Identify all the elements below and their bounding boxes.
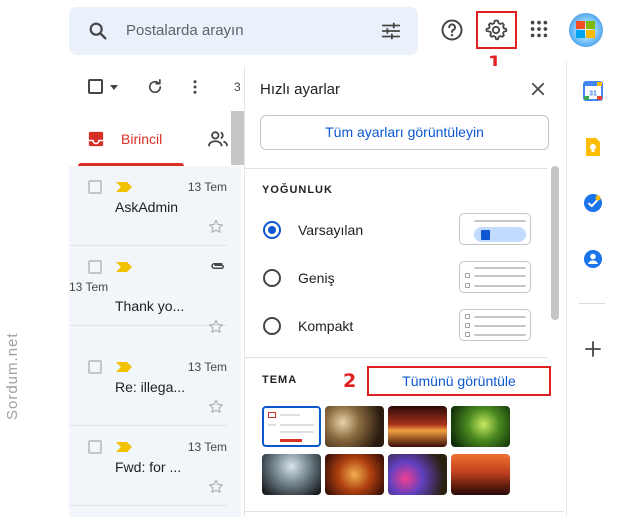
theme-thumb-autumn[interactable] — [325, 454, 384, 495]
divider — [244, 511, 564, 512]
row-date: 13 Tem — [187, 360, 227, 374]
theme-thumb-chess[interactable] — [325, 406, 384, 447]
more-vert-icon[interactable] — [186, 78, 204, 96]
list-scrollbar[interactable] — [231, 111, 244, 165]
tab-primary[interactable]: Birincil — [70, 112, 184, 166]
svg-text:31: 31 — [589, 91, 597, 98]
density-preview — [459, 261, 531, 293]
row-sender: Fwd: for ... — [115, 459, 182, 475]
divider — [245, 357, 547, 358]
list-item[interactable]: 13 Tem Fwd: for ... — [69, 426, 227, 506]
all-settings-button[interactable]: Tüm ayarları görüntüleyin — [260, 115, 549, 150]
theme-thumb-default[interactable] — [262, 406, 321, 447]
row-checkbox[interactable] — [88, 440, 102, 454]
pagination-count: 3 — [234, 80, 241, 94]
star-icon[interactable] — [207, 398, 225, 416]
help-icon[interactable] — [440, 18, 464, 42]
row-date: 13 Tem — [187, 440, 227, 454]
inbox-icon — [88, 131, 104, 147]
radio-selected[interactable] — [263, 221, 281, 239]
keep-icon[interactable] — [583, 137, 603, 157]
tune-icon[interactable] — [380, 20, 402, 42]
gear-highlight-box — [476, 11, 517, 49]
add-icon[interactable] — [583, 339, 603, 359]
list-item[interactable]: 13 Tem Re: illega... — [69, 346, 227, 426]
search-bar[interactable]: Postalarda arayın — [69, 7, 418, 55]
radio-unselected[interactable] — [263, 317, 281, 335]
row-sender: Thank yo... — [115, 298, 185, 314]
select-dropdown-icon[interactable] — [110, 85, 118, 90]
select-all-checkbox[interactable] — [88, 79, 103, 94]
theme-thumb-bubbles[interactable] — [262, 454, 321, 495]
search-icon[interactable] — [87, 20, 109, 42]
radio-unselected[interactable] — [263, 269, 281, 287]
density-option-label: Geniş — [298, 270, 335, 286]
row-checkbox[interactable] — [88, 360, 102, 374]
theme-thumb-bokeh[interactable] — [388, 454, 447, 495]
row-date: 13 Tem — [69, 280, 109, 294]
quick-settings-panel: Hızlı ayarlar Tüm ayarları görüntüleyin … — [244, 66, 564, 517]
star-icon[interactable] — [207, 218, 225, 236]
important-marker-icon[interactable] — [116, 362, 132, 372]
watermark: Sordum.net — [4, 332, 21, 420]
tasks-icon[interactable] — [583, 193, 603, 213]
star-icon[interactable] — [207, 478, 225, 496]
social-tab-icon[interactable] — [207, 129, 229, 149]
refresh-icon[interactable] — [146, 78, 164, 96]
theme-thumb-desert[interactable] — [451, 454, 510, 495]
avatar[interactable] — [569, 13, 603, 47]
panel-title: Hızlı ayarlar — [260, 81, 341, 98]
density-option-comfortable[interactable]: Geniş — [262, 260, 547, 296]
tab-primary-label: Birincil — [121, 131, 163, 147]
density-preview — [459, 213, 531, 245]
important-marker-icon[interactable] — [116, 442, 132, 452]
theme-thumb-canyon[interactable] — [388, 406, 447, 447]
important-marker-icon[interactable] — [116, 182, 132, 192]
star-icon[interactable] — [207, 318, 225, 336]
row-checkbox[interactable] — [88, 260, 102, 274]
theme-heading: TEMA — [262, 374, 298, 386]
panel-scrollbar[interactable] — [551, 166, 559, 320]
attachment-icon — [211, 263, 224, 269]
list-item[interactable]: 13 Tem Thank yo... — [69, 246, 227, 333]
list-item[interactable]: 13 Tem AskAdmin — [69, 166, 227, 246]
show-all-themes-button[interactable]: Tümünü görüntüle — [367, 366, 551, 396]
divider — [579, 303, 605, 304]
row-date: 13 Tem — [187, 180, 227, 194]
density-option-label: Varsayılan — [298, 222, 364, 238]
calendar-icon[interactable]: 31 — [583, 81, 603, 101]
divider — [245, 168, 547, 169]
row-checkbox[interactable] — [88, 180, 102, 194]
apps-icon[interactable] — [528, 18, 550, 40]
density-option-label: Kompakt — [298, 318, 354, 334]
theme-thumb-leaf[interactable] — [451, 406, 510, 447]
contacts-icon[interactable] — [583, 249, 603, 269]
row-sender: AskAdmin — [115, 199, 179, 215]
mail-list: 13 Tem AskAdmin 13 Tem Thank yo... 13 Te… — [69, 166, 241, 517]
density-heading: YOĞUNLUK — [262, 184, 333, 196]
density-option-compact[interactable]: Kompakt — [262, 308, 547, 344]
annotation-marker-2: 2 — [343, 370, 357, 392]
row-sender: Re: illega... — [115, 379, 186, 395]
important-marker-icon[interactable] — [116, 262, 132, 272]
search-input[interactable]: Postalarda arayın — [126, 22, 244, 39]
close-icon[interactable] — [529, 80, 547, 98]
side-panel-rail — [566, 62, 620, 517]
density-preview — [459, 309, 531, 341]
density-option-default[interactable]: Varsayılan — [262, 212, 547, 248]
